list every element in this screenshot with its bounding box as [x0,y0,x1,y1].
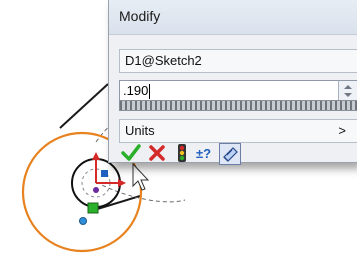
dimension-name-field: D1@Sketch2 [119,49,357,73]
cylinder-outline [59,83,109,129]
cancel-x-icon [149,145,165,161]
spin-down-icon[interactable] [344,93,352,97]
spin-up-icon[interactable] [344,85,352,89]
value-spinner[interactable] [338,81,357,101]
cancel-button[interactable] [147,143,167,163]
ok-check-icon [121,144,141,161]
green-handle[interactable] [87,202,99,214]
rebuild-traffic-light-icon [178,144,186,162]
text-caret [149,84,150,99]
center-point[interactable] [93,187,99,193]
mark-dimension-icon [223,147,238,162]
mouse-cursor-icon [132,162,150,191]
origin-y-arrow [92,152,100,160]
origin-x-arrow [118,179,126,187]
units-menu[interactable]: Units > [119,119,357,143]
dimension-value-text: .190 [123,83,149,98]
dialog-titlebar[interactable]: Modify [109,0,357,35]
svg-text:±?: ±? [196,146,211,161]
reset-spin-increment-button[interactable]: ±? [195,143,217,163]
cylinder-outline [93,195,141,211]
units-label: Units [125,123,155,138]
dimension-value-input[interactable]: .190 [119,80,357,102]
reset-spin-increment-icon: ±? [196,146,211,161]
dialog-title: Modify [119,8,161,24]
ok-button[interactable] [121,143,141,163]
modify-dialog: Modify D1@Sketch2 .190 Units > ±? [108,0,357,165]
mark-dimension-button[interactable] [219,143,241,165]
dimension-name-text: D1@Sketch2 [125,53,202,68]
sketch-point-lower[interactable] [79,217,87,225]
units-submenu-arrow: > [338,123,346,138]
sketch-point-blue[interactable] [101,170,108,177]
thumbwheel-slider[interactable] [119,100,357,111]
rebuild-button[interactable] [175,143,189,163]
